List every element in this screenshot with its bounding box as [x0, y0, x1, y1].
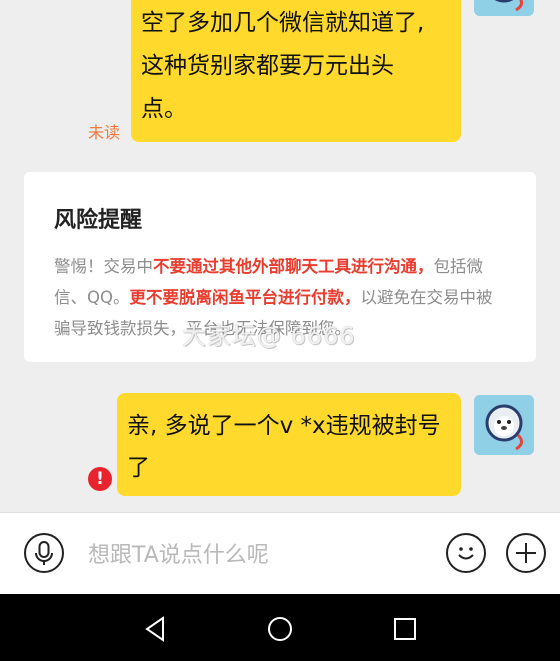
risk-warning-text: 更不要脱离闲鱼平台进行付款， [129, 288, 361, 307]
nav-recents-button[interactable] [390, 614, 420, 644]
avatar-image [474, 0, 534, 16]
emoji-button[interactable] [446, 533, 486, 573]
chat-area[interactable]: 空了多加几个微信就知道了, 这种货别家都要万元出头 点。 未读 风险提醒 警惕！… [0, 0, 560, 512]
user-avatar[interactable] [474, 395, 534, 455]
voice-input-button[interactable] [24, 533, 64, 573]
home-icon [268, 617, 292, 641]
message-input[interactable] [88, 537, 428, 573]
risk-warning-text: 不要通过其他外部聊天工具进行沟通， [153, 257, 434, 276]
more-actions-button[interactable] [506, 533, 546, 573]
nav-home-button[interactable] [265, 614, 295, 644]
user-avatar[interactable] [474, 0, 534, 16]
emoji-icon [458, 547, 474, 560]
risk-notice-title: 风险提醒 [54, 208, 143, 233]
plus-icon [516, 543, 536, 563]
watermark: 大家坛@ 6666 [182, 322, 356, 350]
send-failed-error-icon[interactable]: ! [88, 467, 112, 491]
back-icon [145, 616, 164, 642]
unread-status: 未读 [88, 123, 121, 142]
avatar-image [474, 395, 534, 455]
message-text: 亲, 多说了一个v *x违规被封号 [127, 413, 441, 439]
message-text: 空了多加几个微信就知道了, [141, 10, 425, 36]
microphone-icon [35, 541, 53, 565]
message-text: 点。 [141, 96, 187, 122]
message-bubble[interactable]: 亲, 多说了一个v *x违规被封号 了 [117, 393, 461, 496]
message-text: 这种货别家都要万元出头 [141, 53, 394, 79]
message-input-bar [0, 512, 560, 594]
message-text: 了 [127, 455, 150, 481]
system-navigation-bar [0, 594, 560, 661]
nav-back-button[interactable] [141, 614, 171, 644]
risk-text: 警惕！交易中 [54, 257, 153, 276]
recents-icon [394, 618, 416, 640]
message-bubble[interactable]: 空了多加几个微信就知道了, 这种货别家都要万元出头 点。 [131, 0, 461, 142]
